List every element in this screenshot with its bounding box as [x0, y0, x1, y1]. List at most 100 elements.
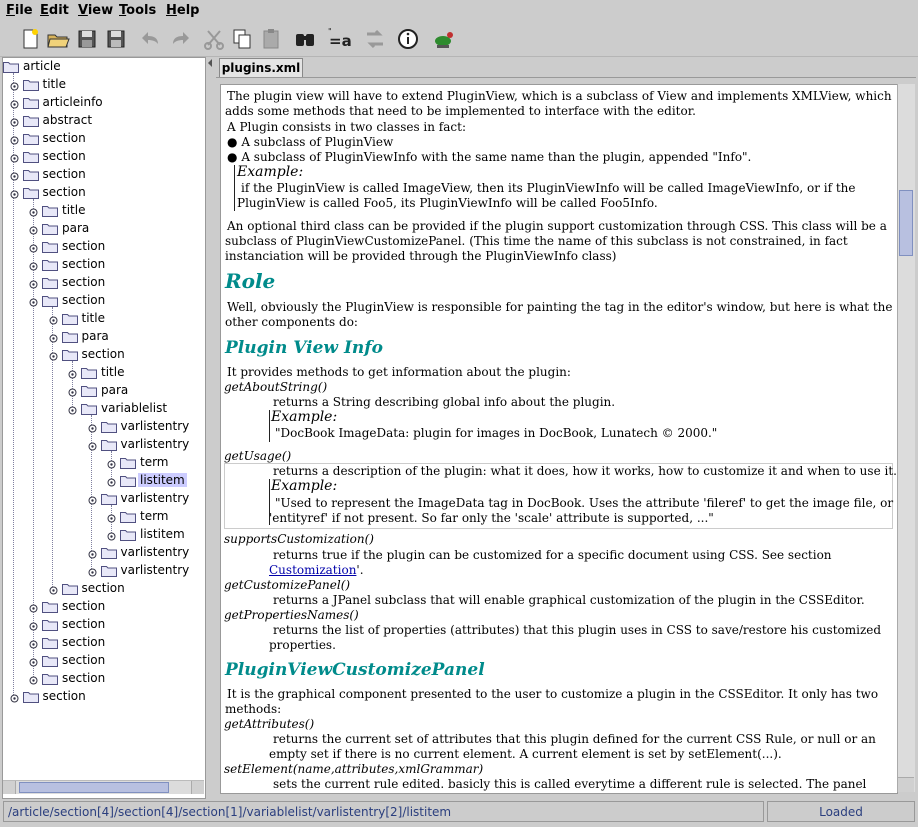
find-icon[interactable]	[292, 26, 318, 52]
expand-handle-icon[interactable]	[29, 602, 38, 613]
collapse-handle-icon[interactable]	[88, 494, 97, 505]
para-role-2: other components do:	[225, 315, 358, 329]
tree-node-label: article	[23, 59, 61, 73]
heading-role: Role	[225, 269, 276, 293]
document-tree[interactable]: article title articleinfo abstract section se…	[2, 57, 206, 799]
save-icon[interactable]	[74, 26, 100, 52]
scroll-thumb[interactable]	[19, 782, 169, 793]
tree-node-label: articleinfo	[42, 95, 103, 109]
tree-node-label: section	[62, 239, 106, 253]
expand-handle-icon[interactable]	[29, 206, 38, 217]
expand-handle-icon[interactable]	[49, 314, 58, 325]
expand-handle-icon[interactable]	[29, 242, 38, 253]
new-icon[interactable]	[17, 26, 43, 52]
expand-handle-icon[interactable]	[29, 260, 38, 271]
expand-handle-icon[interactable]	[29, 224, 38, 235]
undo-icon[interactable]	[138, 26, 164, 52]
menu-tools[interactable]: Tools	[119, 3, 156, 18]
tree-node-label: varlistentry	[120, 437, 190, 451]
cut-icon[interactable]	[201, 26, 227, 52]
replace-icon[interactable]	[362, 26, 388, 52]
collapse-left-icon[interactable]	[208, 59, 212, 67]
example-bar	[269, 410, 270, 442]
copy-icon[interactable]	[229, 26, 255, 52]
paste-icon[interactable]	[258, 26, 284, 52]
open-icon[interactable]	[45, 26, 71, 52]
tree-node-label: varlistentry	[120, 563, 190, 577]
expand-handle-icon[interactable]	[10, 152, 19, 163]
expand-handle-icon[interactable]	[88, 566, 97, 577]
example-label: Example:	[271, 409, 338, 425]
example-text-2: PluginView is called Foo5, its PluginVie…	[237, 196, 658, 210]
expand-handle-icon[interactable]	[10, 116, 19, 127]
desc-setelement: sets the current rule edited. basicly th…	[273, 777, 867, 791]
tree-horizontal-scrollbar[interactable]	[3, 780, 204, 794]
folder-icon	[120, 456, 136, 469]
tab-plugins-xml[interactable]: plugins.xml	[219, 58, 303, 77]
scroll-down-arrow-icon[interactable]	[898, 777, 914, 792]
about-icon[interactable]	[395, 26, 421, 52]
collapse-handle-icon[interactable]	[10, 188, 19, 199]
svg-text:=a: =a	[329, 32, 352, 50]
expand-handle-icon[interactable]	[29, 278, 38, 289]
folder-icon	[22, 168, 39, 181]
expand-handle-icon[interactable]	[107, 512, 116, 523]
expand-handle-icon[interactable]	[10, 170, 19, 181]
term-getcustomizepanel: getCustomizePanel()	[224, 578, 351, 592]
collapse-handle-icon[interactable]	[29, 296, 38, 307]
expand-handle-icon[interactable]	[107, 530, 116, 541]
editor-vertical-scrollbar[interactable]	[897, 84, 915, 792]
menu-file[interactable]: File	[6, 3, 33, 18]
expand-handle-icon[interactable]	[49, 332, 58, 343]
scroll-left-arrow-icon[interactable]	[3, 781, 16, 794]
expand-handle-icon[interactable]	[10, 98, 19, 109]
redo-icon[interactable]	[167, 26, 193, 52]
expand-handle-icon[interactable]	[107, 458, 116, 469]
plugin-icon[interactable]	[431, 26, 457, 52]
folder-icon	[42, 276, 58, 289]
heading-plugin-view-info: Plugin View Info	[225, 338, 383, 358]
collapse-handle-icon[interactable]	[88, 440, 97, 451]
tree-node-label: listitem	[140, 527, 185, 541]
expand-handle-icon[interactable]	[29, 638, 38, 649]
collapse-handle-icon[interactable]	[49, 350, 58, 361]
folder-icon	[61, 348, 78, 361]
expand-handle-icon[interactable]	[10, 80, 19, 91]
collapse-handle-icon[interactable]	[68, 404, 77, 415]
expand-handle-icon[interactable]	[29, 620, 38, 631]
tree-node-label: section	[42, 149, 86, 163]
expand-handle-icon[interactable]	[68, 386, 77, 397]
menu-help[interactable]: Help	[166, 3, 199, 18]
menu-edit[interactable]: Edit	[40, 3, 69, 18]
document-editor[interactable]: The plugin view will have to extend Plug…	[220, 84, 898, 794]
scroll-right-arrow-icon[interactable]	[191, 781, 204, 794]
expand-handle-icon[interactable]	[49, 584, 58, 595]
scroll-thumb[interactable]	[899, 190, 913, 256]
expand-handle-icon[interactable]	[10, 134, 19, 145]
expand-handle-icon[interactable]	[88, 548, 97, 559]
folder-icon	[22, 114, 39, 127]
expand-handle-icon[interactable]	[107, 476, 116, 487]
desc-getaboutstring: returns a String describing global info …	[273, 395, 616, 409]
expand-handle-icon[interactable]	[29, 674, 38, 685]
expand-handle-icon[interactable]	[29, 656, 38, 667]
folder-icon	[120, 528, 136, 541]
customization-link[interactable]: Customization	[269, 563, 356, 577]
tree-guide-line	[13, 73, 14, 697]
example-label: Example:	[237, 164, 304, 180]
desc-getattributes-2: empty set if there is no current element…	[269, 747, 782, 761]
expand-handle-icon[interactable]	[88, 422, 97, 433]
para-third-class-1: An optional third class can be provided …	[227, 219, 887, 233]
save-as-icon[interactable]	[103, 26, 129, 52]
folder-icon	[100, 438, 117, 451]
menu-view[interactable]: View	[78, 3, 113, 18]
replace-text-icon[interactable]: =a "	[326, 26, 352, 52]
folder-icon	[100, 420, 117, 433]
split-pane-divider[interactable]	[206, 57, 216, 797]
tree-node-label: section	[81, 347, 125, 361]
expand-handle-icon[interactable]	[68, 368, 77, 379]
tree-node-label: varlistentry	[120, 491, 190, 505]
expand-handle-icon[interactable]	[10, 692, 19, 703]
folder-icon	[42, 258, 58, 271]
tree-node-label: section	[42, 185, 86, 199]
